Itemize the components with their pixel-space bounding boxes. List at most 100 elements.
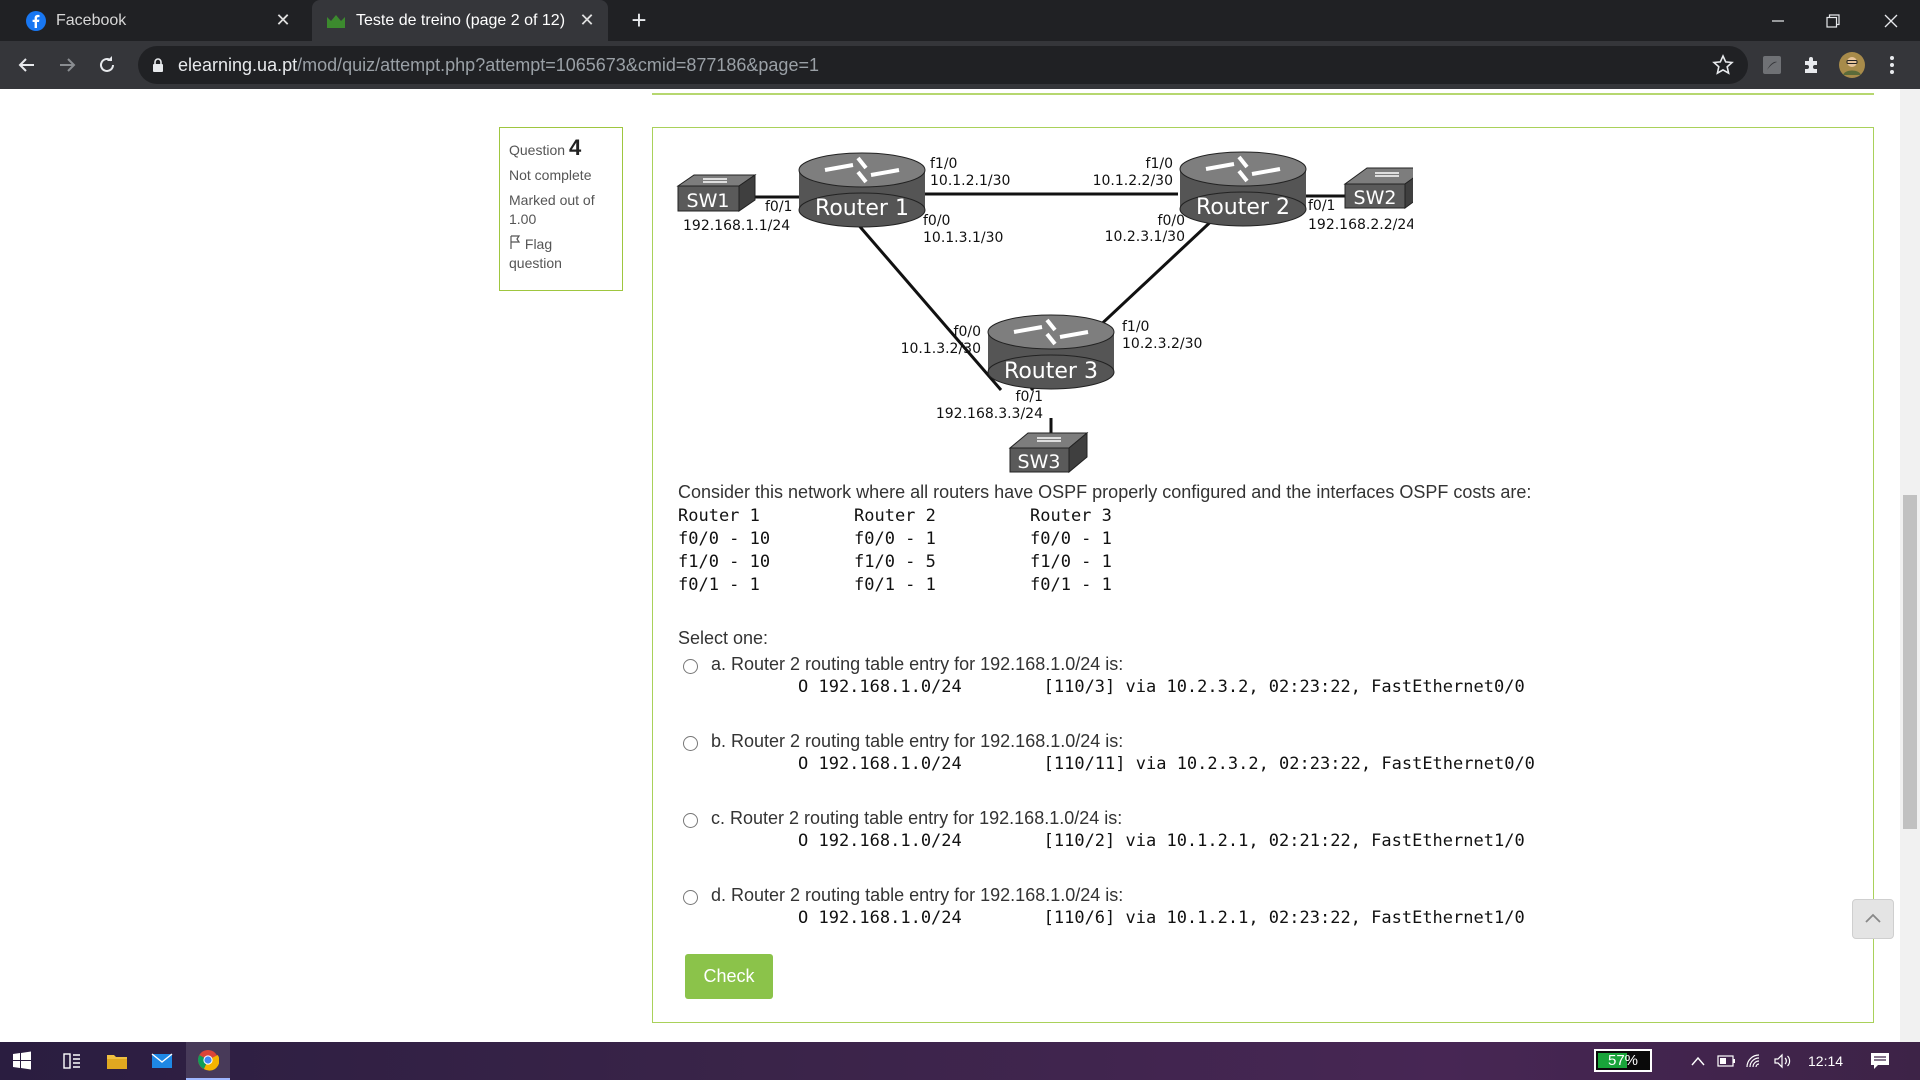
router2-costs: Router 2 f0/0 - 1 f1/0 - 5 f0/1 - 1 <box>854 505 1024 597</box>
marked-out-of: Marked out of <box>509 192 595 208</box>
radio-option-b[interactable] <box>683 736 698 751</box>
question-status: Not complete <box>509 167 592 183</box>
sw1-label: SW1 <box>687 190 730 212</box>
r2-f00-ip: 10.2.3.1/30 <box>1105 229 1185 245</box>
r2-f00-label: f0/0 <box>1158 213 1185 229</box>
cost-f10: f1/0 - 5 <box>854 552 936 572</box>
option-text[interactable]: b. Router 2 routing table entry for 192.… <box>711 731 1123 752</box>
r1-f01-label: f0/1 <box>765 199 792 215</box>
option-code: O 192.168.1.0/24 [110/3] via 10.2.3.2, 0… <box>798 677 1525 697</box>
lock-icon[interactable] <box>152 57 164 78</box>
r3-f10-ip: 10.2.3.2/30 <box>1122 336 1202 352</box>
sw2-ip: 192.168.2.2/24 <box>1308 217 1413 233</box>
extensions-puzzle-icon[interactable] <box>1796 49 1828 81</box>
answer-option-c[interactable]: c. Router 2 routing table entry for 192.… <box>683 808 1783 864</box>
answer-option-b[interactable]: b. Router 2 routing table entry for 192.… <box>683 731 1783 787</box>
task-view-icon[interactable] <box>50 1042 94 1080</box>
radio-option-c[interactable] <box>683 813 698 828</box>
scroll-to-top-button[interactable] <box>1852 899 1894 939</box>
marked-out-of-value: 1.00 <box>509 211 537 227</box>
page-content: Question 4 Not complete Marked out of 1.… <box>0 89 1920 1042</box>
battery-percent: 57% <box>1607 1052 1639 1069</box>
cost-f00: f0/0 - 1 <box>854 529 936 549</box>
forward-icon[interactable] <box>50 48 84 82</box>
cost-f01: f0/1 - 1 <box>678 575 760 595</box>
profile-avatar[interactable] <box>1836 49 1868 81</box>
file-explorer-icon[interactable] <box>95 1042 139 1080</box>
sw2-label: SW2 <box>1354 187 1397 209</box>
pdf-extension-icon[interactable] <box>1756 49 1788 81</box>
network-diagram: SW1 192.168.1.1/24 f0/1 Router 1 f1/0 10… <box>676 151 1413 474</box>
tab-quiz[interactable]: Teste de treino (page 2 of 12) ✕ <box>312 0 608 41</box>
close-tab-icon[interactable]: ✕ <box>270 8 296 34</box>
vertical-scrollbar[interactable] <box>1900 89 1920 1042</box>
flag-label: Flag <box>524 236 553 252</box>
check-button[interactable]: Check <box>685 954 773 999</box>
cost-f00: f0/0 - 10 <box>678 529 771 549</box>
radio-option-d[interactable] <box>683 890 698 905</box>
facebook-icon <box>26 10 46 31</box>
cost-f01: f0/1 - 1 <box>1030 575 1112 595</box>
question-content: SW1 192.168.1.1/24 f0/1 Router 1 f1/0 10… <box>652 127 1874 1023</box>
back-icon[interactable] <box>10 48 44 82</box>
chevron-up-icon <box>1865 910 1881 928</box>
router3-label: Router 3 <box>1004 359 1098 384</box>
option-text[interactable]: d. Router 2 routing table entry for 192.… <box>711 885 1123 906</box>
browser-tab-bar: Facebook ✕ Teste de treino (page 2 of 12… <box>0 0 1920 41</box>
restore-icon[interactable] <box>1810 0 1856 41</box>
volume-icon[interactable] <box>1770 1042 1796 1080</box>
mail-icon[interactable] <box>140 1042 184 1080</box>
windows-start-icon[interactable] <box>0 1042 44 1080</box>
cost-router-name: Router 3 <box>1030 506 1112 526</box>
url-path: /mod/quiz/attempt.php?attempt=1065673&cm… <box>297 55 819 75</box>
chrome-taskbar-icon[interactable] <box>186 1042 230 1080</box>
battery-icon[interactable] <box>1714 1042 1740 1080</box>
bookmark-star-icon[interactable] <box>1712 54 1734 81</box>
close-window-icon[interactable] <box>1868 0 1914 41</box>
cost-f01: f0/1 - 1 <box>854 575 936 595</box>
close-tab-icon[interactable]: ✕ <box>574 8 600 34</box>
reload-icon[interactable] <box>90 48 124 82</box>
tab-facebook[interactable]: Facebook ✕ <box>12 0 304 41</box>
previous-question-border <box>652 89 1874 95</box>
sw3-label: SW3 <box>1018 451 1061 473</box>
answer-option-d[interactable]: d. Router 2 routing table entry for 192.… <box>683 885 1783 941</box>
sw1-ip: 192.168.1.1/24 <box>683 218 790 234</box>
flag-question-link[interactable]: Flag question <box>509 235 613 273</box>
cost-f10: f1/0 - 10 <box>678 552 771 572</box>
r1-f00-ip: 10.1.3.1/30 <box>923 230 1003 246</box>
notifications-icon[interactable] <box>1860 1042 1900 1080</box>
windows-taskbar: 57% 12:14 <box>0 1042 1920 1080</box>
answer-option-a[interactable]: a. Router 2 routing table entry for 192.… <box>683 654 1783 710</box>
question-info-box: Question 4 Not complete Marked out of 1.… <box>499 127 623 291</box>
chevron-up-icon[interactable] <box>1686 1042 1710 1080</box>
r1-f00-label: f0/0 <box>923 213 950 229</box>
url-host: elearning.ua.pt <box>178 55 298 75</box>
minimize-icon[interactable] <box>1755 0 1801 41</box>
r2-f01-label: f0/1 <box>1308 198 1335 214</box>
r3-f00-label: f0/0 <box>954 324 981 340</box>
sw3-ip: 192.168.3.3/24 <box>936 406 1043 422</box>
cost-f10: f1/0 - 1 <box>1030 552 1112 572</box>
clock[interactable]: 12:14 <box>1808 1042 1843 1080</box>
option-text[interactable]: a. Router 2 routing table entry for 192.… <box>711 654 1123 675</box>
new-tab-button[interactable]: + <box>624 5 654 35</box>
r2-f10-label: f1/0 <box>1146 156 1173 172</box>
moodle-icon <box>326 11 346 31</box>
option-code: O 192.168.1.0/24 [110/6] via 10.1.2.1, 0… <box>798 908 1525 928</box>
option-text[interactable]: c. Router 2 routing table entry for 192.… <box>711 808 1122 829</box>
question-number-value: 4 <box>568 135 582 160</box>
question-number: Question 4 <box>509 135 613 160</box>
browser-menu-icon[interactable] <box>1876 49 1908 81</box>
r3-f00-ip: 10.1.3.2/30 <box>901 341 981 357</box>
option-code: O 192.168.1.0/24 [110/2] via 10.1.2.1, 0… <box>798 831 1525 851</box>
tab-title: Teste de treino (page 2 of 12) <box>356 11 566 29</box>
r3-f10-label: f1/0 <box>1122 319 1149 335</box>
r1-f10-label: f1/0 <box>930 156 957 172</box>
scrollbar-thumb[interactable] <box>1903 495 1917 829</box>
question-text: Consider this network where all routers … <box>678 482 1532 502</box>
radio-option-a[interactable] <box>683 659 698 674</box>
battery-indicator[interactable]: 57% <box>1594 1049 1652 1072</box>
address-bar[interactable]: elearning.ua.pt/mod/quiz/attempt.php?att… <box>138 46 1748 84</box>
wifi-icon[interactable] <box>1742 1042 1768 1080</box>
